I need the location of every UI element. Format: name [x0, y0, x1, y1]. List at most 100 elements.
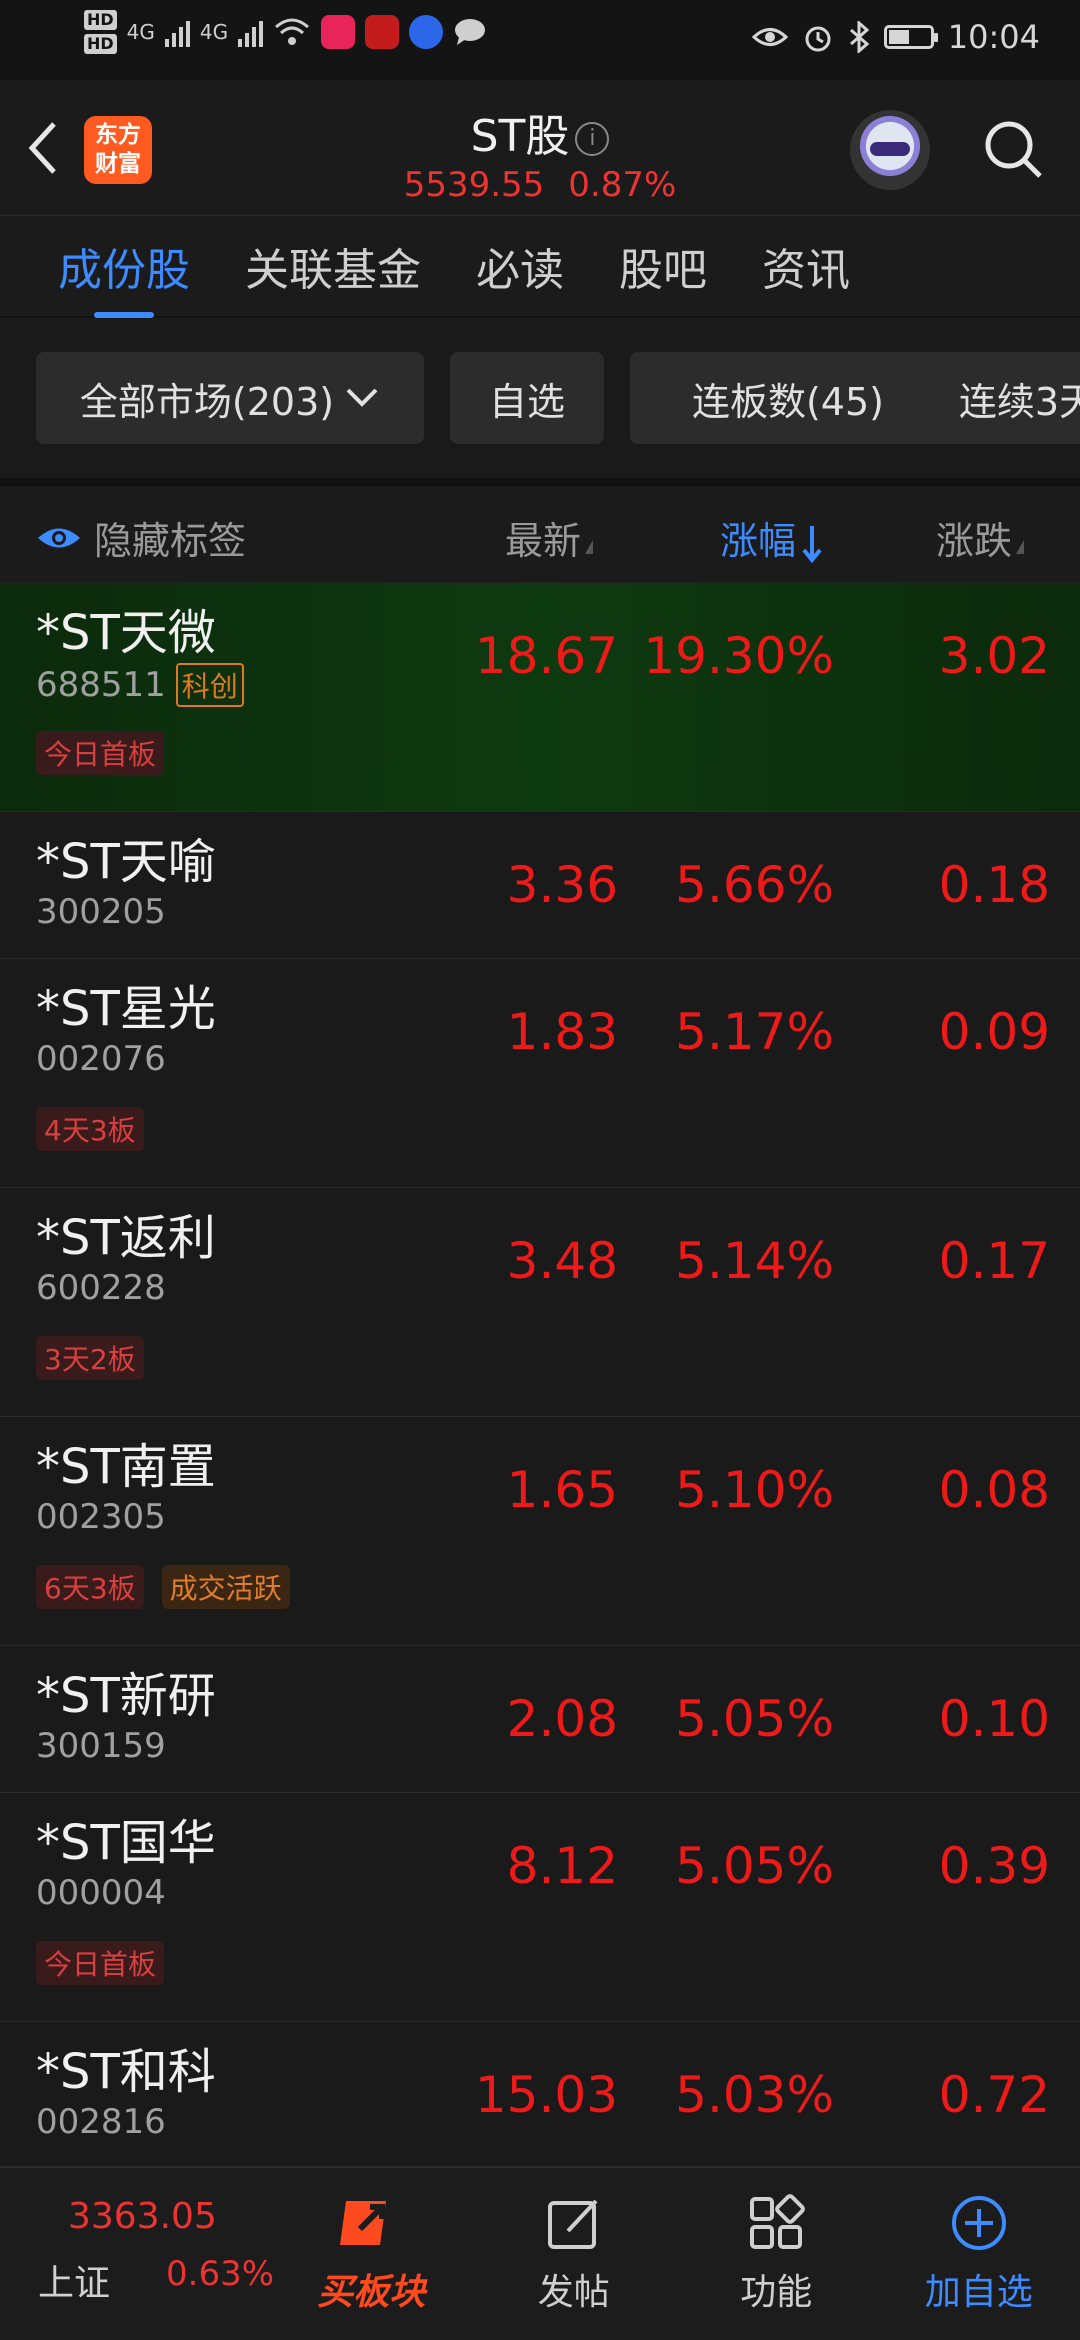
search-icon[interactable] [982, 118, 1044, 180]
hd-indicators: HD HD [84, 10, 117, 54]
stock-name: *ST和科 [36, 2044, 216, 2100]
stock-tags: 6天3板 成交活跃 [36, 1565, 290, 1609]
stock-price: 3.48 [506, 1232, 618, 1290]
change-pct-header[interactable]: 涨幅 [720, 510, 824, 565]
stock-code-line: 300159 [36, 1726, 166, 1766]
stock-change: 0.18 [938, 856, 1050, 914]
change-header[interactable]: 涨跌 [936, 510, 1025, 565]
clock: 10:04 [947, 18, 1040, 56]
tab-related-funds[interactable]: 关联基金 [245, 234, 421, 298]
board-badge: 科创 [175, 663, 244, 707]
stock-tags: 4天3板 [36, 1107, 144, 1151]
stock-change-pct: 19.30% [643, 627, 834, 685]
signal-icon [164, 17, 190, 47]
stock-change-pct: 5.66% [675, 856, 834, 914]
stock-code: 600228 [36, 1268, 166, 1308]
robot-avatar-icon[interactable] [850, 110, 930, 190]
eye-comfort-icon [751, 28, 788, 46]
stock-tags: 今日首板 [36, 731, 165, 775]
stock-name: *ST新研 [36, 1668, 216, 1724]
consecutive-days-filter-chip[interactable]: 连续3天 [928, 352, 1080, 444]
add-watchlist-button[interactable]: 加自选 [878, 2168, 1080, 2340]
stock-row[interactable]: *ST新研 300159 2.08 5.05% 0.10 [0, 1646, 1080, 1793]
stock-row[interactable]: *ST星光 002076 4天3板 1.83 5.17% 0.09 [0, 959, 1080, 1188]
stock-change-pct: 5.17% [675, 1003, 834, 1061]
stock-row[interactable]: *ST天微 688511 科创 今日首板 18.67 19.30% 3.02 [0, 583, 1080, 812]
change-pct-header-label: 涨幅 [720, 519, 797, 563]
stock-change-pct: 5.05% [675, 1837, 834, 1895]
app-notification-icon-2 [365, 15, 400, 49]
functions-label: 功能 [740, 2272, 813, 2313]
stock-tag: 今日首板 [36, 731, 165, 775]
add-watchlist-label: 加自选 [924, 2272, 1033, 2313]
stock-change-pct: 5.10% [675, 1461, 834, 1519]
bluetooth-icon [849, 21, 870, 53]
sh-index-name: 上证 [38, 2263, 111, 2304]
functions-button[interactable]: 功能 [675, 2168, 878, 2340]
message-icon [455, 19, 486, 45]
stock-code-line: 002076 [36, 1039, 166, 1079]
stock-price: 1.83 [506, 1003, 618, 1061]
tab-news[interactable]: 资讯 [762, 234, 850, 298]
stock-price: 8.12 [506, 1837, 618, 1895]
stock-price: 1.65 [506, 1461, 618, 1519]
watchlist-filter-label: 自选 [488, 379, 565, 424]
stock-price: 2.08 [506, 1690, 618, 1748]
page-title-text: ST股 [470, 111, 570, 162]
market-filter-label: 全部市场(203) [79, 379, 335, 424]
tab-must-read[interactable]: 必读 [476, 234, 564, 298]
tab-constituents[interactable]: 成份股 [58, 234, 190, 298]
baidu-notification-icon [409, 15, 444, 49]
network-type-2: 4G [199, 20, 229, 44]
tab-forum[interactable]: 股吧 [619, 234, 707, 298]
plus-circle-icon [951, 2196, 1006, 2250]
stock-name: *ST南置 [36, 1439, 216, 1495]
sort-descending-icon [802, 525, 822, 563]
stock-change: 0.10 [938, 1690, 1050, 1748]
change-header-label: 涨跌 [936, 519, 1013, 563]
stock-tag: 3天2板 [36, 1336, 144, 1380]
stock-price: 15.03 [474, 2066, 618, 2124]
sort-icon [585, 540, 594, 554]
shanghai-index-ticker[interactable]: 3363.05 上证 0.63% [0, 2168, 274, 2340]
stock-code: 002076 [36, 1039, 166, 1079]
stock-change-pct: 5.05% [675, 1690, 834, 1748]
post-label: 发帖 [537, 2272, 610, 2313]
market-filter-dropdown[interactable]: 全部市场(203) [36, 352, 424, 444]
latest-price-header-label: 最新 [505, 519, 582, 563]
latest-price-header[interactable]: 最新 [505, 510, 594, 565]
info-icon[interactable]: i [575, 122, 610, 156]
status-right: 10:04 [751, 18, 1040, 56]
sh-index-value: 3363.05 [68, 2196, 217, 2237]
stock-change: 0.72 [938, 2066, 1050, 2124]
tab-bar: 成份股 关联基金 必读 股吧 资讯 [0, 216, 1080, 318]
watchlist-filter-chip[interactable]: 自选 [450, 352, 604, 444]
index-change: 0.87% [568, 165, 677, 205]
consecutive-limit-filter-chip[interactable]: 连板数(45) [630, 352, 946, 444]
stock-tag: 今日首板 [36, 1941, 165, 1985]
hide-tags-toggle[interactable]: 隐藏标签 [36, 510, 246, 565]
stock-code: 688511 [36, 665, 166, 705]
bottom-toolbar: 3363.05 上证 0.63% 买板块 发帖 功能 加自选 [0, 2166, 1080, 2340]
wifi-icon [275, 18, 310, 45]
stock-change: 0.17 [938, 1232, 1050, 1290]
stock-list: *ST天微 688511 科创 今日首板 18.67 19.30% 3.02 *S… [0, 583, 1080, 2183]
buy-sector-button[interactable]: 买板块 [270, 2168, 473, 2340]
stock-code-line: 002816 [36, 2102, 166, 2142]
stock-row[interactable]: *ST返利 600228 3天2板 3.48 5.14% 0.17 [0, 1188, 1080, 1417]
eye-icon [38, 528, 80, 547]
chevron-down-icon [346, 388, 378, 407]
stock-row[interactable]: *ST国华 000004 今日首板 8.12 5.05% 0.39 [0, 1793, 1080, 2022]
stock-code-line: 688511 科创 [36, 663, 244, 707]
post-button[interactable]: 发帖 [473, 2168, 676, 2340]
stock-row[interactable]: *ST天喻 300205 3.36 5.66% 0.18 [0, 812, 1080, 959]
stock-tags: 今日首板 [36, 1941, 165, 1985]
stock-change: 0.39 [938, 1837, 1050, 1895]
stock-row[interactable]: *ST和科 002816 15.03 5.03% 0.72 [0, 2022, 1080, 2183]
stock-change: 3.02 [938, 627, 1050, 685]
consecutive-days-label: 连续3天 [958, 379, 1080, 424]
alarm-icon [805, 26, 831, 52]
stock-tag: 6天3板 [36, 1565, 144, 1609]
index-value: 5539.55 [403, 165, 545, 205]
stock-row[interactable]: *ST南置 002305 6天3板 成交活跃 1.65 5.10% 0.08 [0, 1417, 1080, 1646]
